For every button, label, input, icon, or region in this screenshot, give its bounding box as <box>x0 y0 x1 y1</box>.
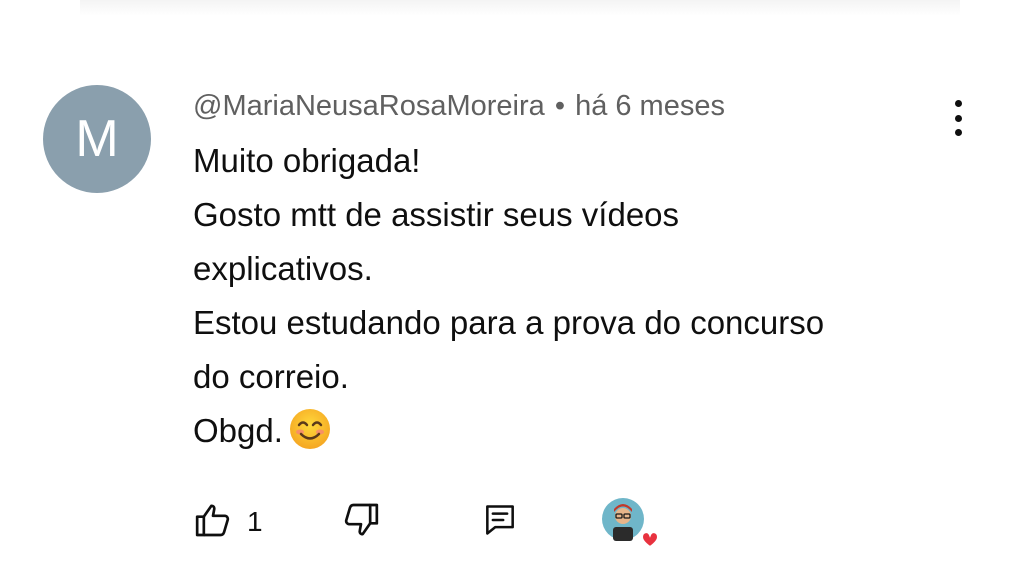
comment: @MariaNeusaRosaMoreira • há 6 meses Muit… <box>193 86 933 458</box>
creator-heart-badge <box>601 493 660 549</box>
comment-line: Muito obrigada! <box>193 142 421 179</box>
smiling-face-emoji-icon <box>289 408 331 466</box>
comment-meta: @MariaNeusaRosaMoreira • há 6 meses <box>193 86 933 126</box>
vertical-ellipsis-icon[interactable] <box>944 98 972 138</box>
thumbs-up-icon <box>193 500 233 545</box>
comment-line: explicativos. <box>193 250 373 287</box>
reply-button[interactable] <box>481 495 519 549</box>
avatar[interactable]: M <box>43 85 151 193</box>
meta-separator: • <box>554 90 565 122</box>
dot <box>954 129 962 136</box>
previous-item-edge <box>80 0 960 16</box>
comment-actions: 1 <box>193 495 693 555</box>
comment-time: há 6 meses <box>575 90 725 122</box>
author-handle[interactable]: @MariaNeusaRosaMoreira <box>193 90 545 122</box>
comment-icon <box>481 501 519 544</box>
comment-line: Gosto mtt de assistir seus vídeos <box>193 196 680 233</box>
like-count: 1 <box>247 506 263 537</box>
comment-view: M @MariaNeusaRosaMoreira • há 6 meses Mu… <box>0 0 1024 576</box>
dot <box>954 100 962 107</box>
comment-line: Estou estudando para a prova do concurso <box>193 304 825 341</box>
comment-last-line: Obgd. <box>193 404 933 458</box>
comment-line: do correio. <box>193 358 349 395</box>
dot <box>954 114 962 122</box>
like-button[interactable]: 1 <box>193 495 263 549</box>
creator-avatar <box>601 497 660 549</box>
dislike-button[interactable] <box>341 495 381 549</box>
comment-line: Obgd. <box>193 412 283 449</box>
comment-text: Muito obrigada! Gosto mtt de assistir se… <box>193 134 933 458</box>
thumbs-down-icon <box>341 500 381 545</box>
avatar-letter: M <box>75 110 119 168</box>
